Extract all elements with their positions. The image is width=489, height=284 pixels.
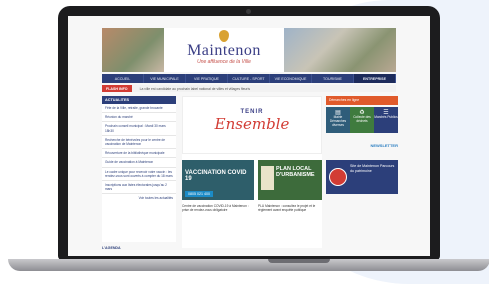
flash-info-button[interactable]: FLASH INFO xyxy=(102,85,132,92)
nav-item-vie-pratique[interactable]: VIE PRATIQUE xyxy=(186,74,228,83)
plu-title: PLAN LOCAL D'URBANISME xyxy=(276,166,315,178)
vaccination-tile[interactable]: VACCINATION COVID 19 0805 021 400 xyxy=(182,160,254,200)
laptop-lid: Maintenon Une affluence de la Ville ACCU… xyxy=(58,6,440,260)
news-item[interactable]: Recherche de bénévoles pour le centre de… xyxy=(102,136,176,150)
nav-item-vie-economique[interactable]: VIE ECONOMIQUE xyxy=(270,74,312,83)
sidebar-heading: ACTUALITES xyxy=(102,96,176,104)
site-header: Maintenon Une affluence de la Ville xyxy=(102,28,396,72)
laptop-notch xyxy=(268,259,330,263)
all-news-link[interactable]: Voir toutes les actualités xyxy=(102,194,176,202)
news-item[interactable]: Le cadre unique pour recevoir votre vacc… xyxy=(102,168,176,182)
nav-item-tourisme[interactable]: TOURISME xyxy=(312,74,354,83)
plu-tile[interactable]: PLAN LOCAL D'URBANISME xyxy=(258,160,322,200)
hero-banner[interactable]: TENIR Ensemble xyxy=(182,96,322,154)
nav-item-accueil[interactable]: ACCUEIL xyxy=(102,74,144,83)
news-sidebar: ACTUALITES Fête de la Ville, retraite, g… xyxy=(102,96,176,242)
nav-item-entreprise[interactable]: ENTREPRISE xyxy=(354,74,396,83)
alert-bar: FLASH INFO La ville est candidate au pro… xyxy=(102,85,396,92)
laptop-screen: Maintenon Une affluence de la Ville ACCU… xyxy=(68,16,430,256)
alert-text[interactable]: La ville est candidate au prochain label… xyxy=(140,87,250,91)
vaccination-caption[interactable]: Centre de vaccination COVID-19 à Mainten… xyxy=(182,204,252,212)
news-item[interactable]: Réouverture de la bibliothèque municipal… xyxy=(102,149,176,159)
hero-script-title: Ensemble xyxy=(214,115,290,133)
quick-links: ▤ Mairie Démarches diverses ♻ Collecte d… xyxy=(326,107,398,133)
online-services-heading: Démarches en ligne xyxy=(326,96,398,105)
site-logo[interactable]: Maintenon Une affluence de la Ville xyxy=(164,28,284,72)
site-title: Maintenon xyxy=(187,42,261,59)
camera-icon xyxy=(246,9,251,14)
plu-caption[interactable]: PLU Maintenon : consultez le projet et l… xyxy=(258,204,322,212)
header-photo-left xyxy=(102,28,164,72)
plu-document-thumbnail xyxy=(261,166,274,190)
quick-link-marches[interactable]: ☰ Marchés Publics xyxy=(374,107,398,133)
agenda-heading[interactable]: L'AGENDA xyxy=(102,246,121,250)
promo-badge-icon xyxy=(329,168,347,186)
vaccination-phone: 0805 021 400 xyxy=(185,191,213,197)
news-item[interactable]: Guide de vaccination à Maintenon xyxy=(102,158,176,168)
laptop-mockup: Maintenon Une affluence de la Ville ACCU… xyxy=(8,6,489,271)
news-item[interactable]: Fête de la Ville, retraite, grande broca… xyxy=(102,104,176,114)
header-photo-right xyxy=(284,28,396,72)
quick-link-mairie[interactable]: ▤ Mairie Démarches diverses xyxy=(326,107,350,133)
main-navigation: ACCUEIL VIE MUNICIPALE VIE PRATIQUE CULT… xyxy=(102,74,396,83)
promo-banner[interactable]: Site de Maintenon Parcours du patrimoine xyxy=(326,160,398,194)
nav-item-culture-sport[interactable]: CULTURE - SPORT xyxy=(228,74,270,83)
heart-logo-icon xyxy=(219,30,229,42)
news-item[interactable]: Réunion du marché xyxy=(102,113,176,123)
quick-link-label: Mairie Démarches diverses xyxy=(329,115,347,127)
quick-link-collecte[interactable]: ♻ Collecte des déchets xyxy=(350,107,374,133)
news-item[interactable]: Prochain conseil municipal : Mardi 30 ma… xyxy=(102,122,176,136)
quick-link-label: Collecte des déchets xyxy=(353,115,371,123)
news-item[interactable]: Inscriptions aux listes électorales jusq… xyxy=(102,181,176,195)
right-column: Démarches en ligne ▤ Mairie Démarches di… xyxy=(326,96,398,246)
main-content: TENIR Ensemble VACCINATION COVID 19 0805… xyxy=(182,96,322,248)
nav-item-vie-municipale[interactable]: VIE MUNICIPALE xyxy=(144,74,186,83)
newsletter-link[interactable]: NEWSLETTER xyxy=(326,143,398,148)
promo-text: Site de Maintenon Parcours du patrimoine xyxy=(350,164,395,173)
site-tagline: Une affluence de la Ville xyxy=(197,59,251,65)
vaccination-title: VACCINATION COVID 19 xyxy=(185,170,247,182)
quick-link-label: Marchés Publics xyxy=(374,115,398,119)
laptop-base xyxy=(8,259,489,271)
